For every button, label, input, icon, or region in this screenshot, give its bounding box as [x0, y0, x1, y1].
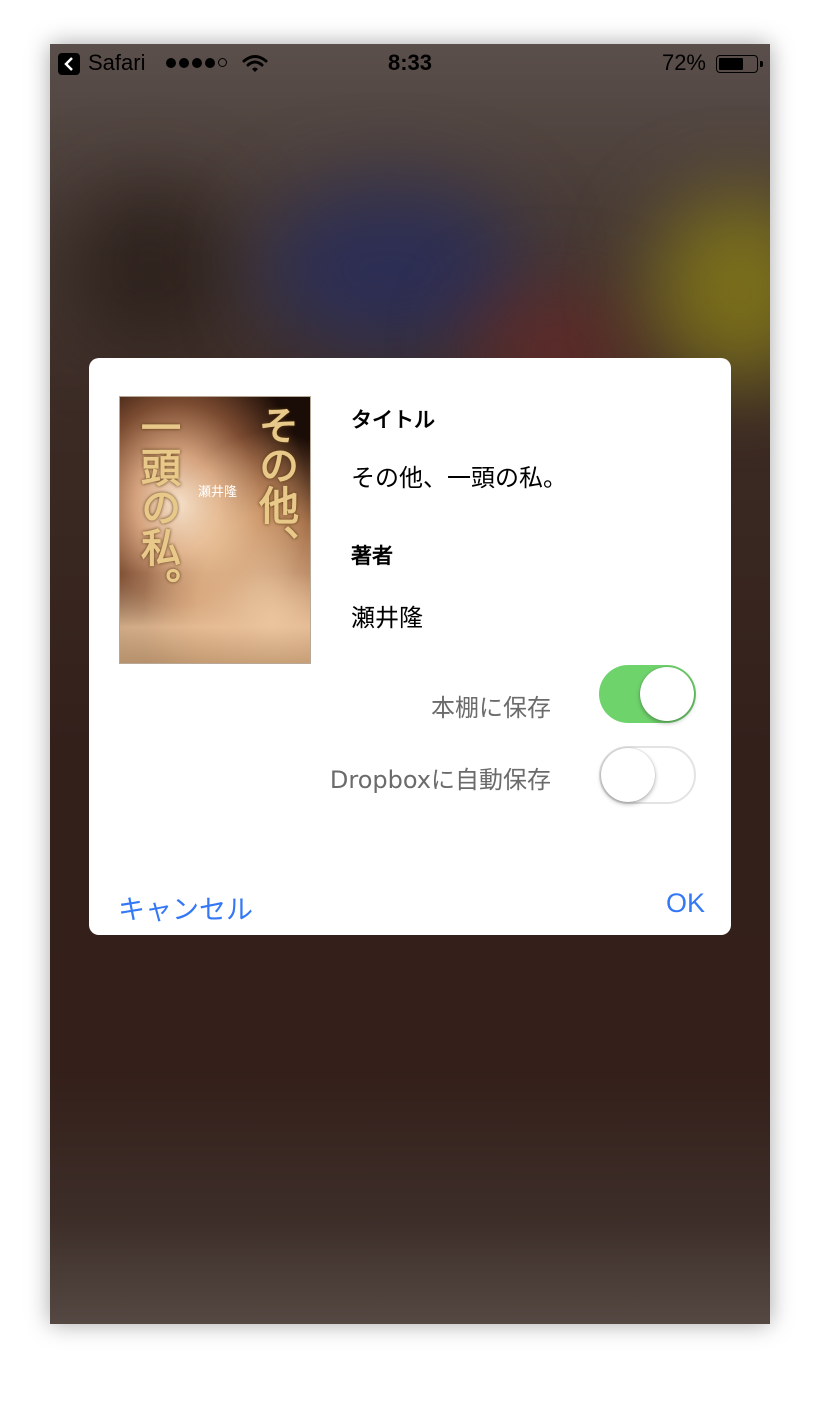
battery-percent: 72% [661, 50, 706, 75]
background-blur [70, 184, 230, 344]
cover-title-text: 一頭の私。 [134, 407, 181, 607]
save-to-bookshelf-switch[interactable] [599, 665, 696, 723]
book-cover-image: その他、 一頭の私。 瀬井隆 [119, 396, 311, 664]
battery-icon [716, 55, 763, 73]
dropbox-autosave-label: Dropboxに自動保存 [329, 766, 551, 794]
switch-knob [640, 667, 694, 721]
cover-title-text: その他、 [252, 405, 299, 565]
phone-screen: Safari 8:33 72% その他、 一頭の私。 瀬井隆 タイトル その他、… [50, 44, 770, 1324]
ok-button[interactable]: OK [666, 888, 705, 919]
title-value: その他、一頭の私。 [351, 464, 567, 492]
dropbox-autosave-switch[interactable] [599, 746, 696, 804]
author-label: 著者 [351, 544, 393, 568]
save-book-dialog: その他、 一頭の私。 瀬井隆 タイトル その他、一頭の私。 著者 瀬井隆 本棚に… [89, 358, 731, 935]
background-blur [650, 194, 770, 384]
title-label: タイトル [351, 408, 435, 432]
cancel-button[interactable]: キャンセル [118, 888, 253, 927]
battery-level [719, 58, 743, 70]
author-value: 瀬井隆 [351, 604, 423, 632]
save-to-bookshelf-label: 本棚に保存 [431, 694, 551, 722]
status-bar: Safari 8:33 72% [50, 44, 770, 84]
switch-knob [601, 748, 655, 802]
cover-author-text: 瀬井隆 [198, 485, 238, 500]
